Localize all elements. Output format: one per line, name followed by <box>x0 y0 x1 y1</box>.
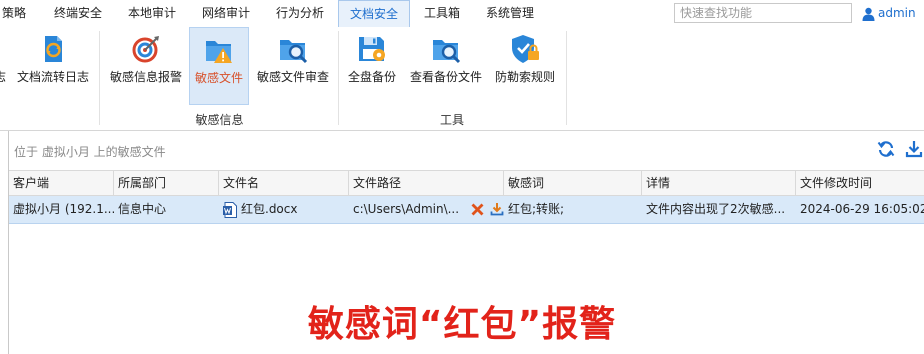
tab-network-audit[interactable]: 网络审计 <box>190 0 262 27</box>
cell-department: 信息中心 <box>118 202 167 216</box>
doc-flow-log-button[interactable]: 文档流转日志 <box>14 27 92 105</box>
cell-filename: 红包.docx <box>219 196 349 223</box>
view-backup-button[interactable]: 查看备份文件 <box>406 27 486 105</box>
sensitive-file-review-button[interactable]: 敏感文件审查 <box>253 27 333 105</box>
filepath-text: c:\Users\Admin\... <box>353 202 460 216</box>
sensitive-alarm-label: 敏感信息报警 <box>109 70 182 84</box>
column-header-filename[interactable]: 文件名 <box>219 171 349 195</box>
column-header-modified-time[interactable]: 文件修改时间 <box>796 171 924 195</box>
column-header-filepath[interactable]: 文件路径 <box>349 171 504 195</box>
top-tab-bar: 策略 终端安全 本地审计 网络审计 行为分析 文档安全 工具箱 系统管理 adm… <box>0 0 924 28</box>
column-header-keywords[interactable]: 敏感词 <box>504 171 642 195</box>
full-backup-label: 全盘备份 <box>347 70 396 84</box>
tab-strategy[interactable]: 策略 <box>0 0 36 27</box>
filename-text: 红包.docx <box>241 202 298 216</box>
refresh-icon[interactable] <box>877 140 895 158</box>
ribbon-separator <box>338 31 339 125</box>
sensitive-alarm-button[interactable]: 敏感信息报警 <box>106 27 186 105</box>
word-doc-icon <box>223 201 237 218</box>
cell-client: 虚拟小月 (192.1... <box>13 202 114 216</box>
ribbon-separator <box>99 31 100 125</box>
view-backup-icon <box>433 40 461 64</box>
full-backup-icon <box>359 37 385 61</box>
anti-ransom-label: 防勒索规则 <box>494 70 555 84</box>
sensitive-alarm-icon <box>132 36 159 63</box>
download-icon[interactable] <box>490 202 504 216</box>
column-header-detail[interactable]: 详情 <box>642 171 796 195</box>
doc-flow-log-icon <box>45 36 62 62</box>
anti-ransom-button[interactable]: 防勒索规则 <box>490 27 560 105</box>
alert-overlay-caption: 敏感词“红包”报警 <box>307 304 617 345</box>
tab-endpoint-security[interactable]: 终端安全 <box>42 0 114 27</box>
doc-flow-log-label: 文档流转日志 <box>16 70 89 84</box>
cell-detail: 文件内容出现了2次敏感... <box>646 202 786 216</box>
cell-modified-time: 2024-06-29 16:05:02 <box>800 202 924 216</box>
sensitive-file-review-label: 敏感文件审查 <box>256 70 329 84</box>
tab-local-audit[interactable]: 本地审计 <box>116 0 188 27</box>
full-backup-button[interactable]: 全盘备份 <box>344 27 400 105</box>
table-row[interactable]: 虚拟小月 (192.1... 信息中心 红包.docx c:\Users\Adm… <box>9 196 924 224</box>
sensitive-file-review-icon <box>280 40 308 64</box>
sensitive-file-button[interactable]: 敏感文件 <box>189 27 249 105</box>
sensitive-file-label: 敏感文件 <box>194 71 243 85</box>
location-breadcrumb: 位于 虚拟小月 上的敏感文件 <box>14 145 166 159</box>
tab-system-management[interactable]: 系统管理 <box>474 0 546 27</box>
cell-keywords: 红包;转账; <box>508 202 565 216</box>
tab-toolbox[interactable]: 工具箱 <box>412 0 472 27</box>
user-icon <box>862 7 875 21</box>
ribbon-separator <box>566 31 567 125</box>
quick-search-input[interactable] <box>674 3 852 23</box>
column-header-department[interactable]: 所属部门 <box>114 171 219 195</box>
group-label-sensitive-info: 敏感信息 <box>195 113 244 127</box>
tab-document-security[interactable]: 文档安全 <box>338 0 410 28</box>
user-name: admin <box>878 6 916 20</box>
tab-behavior-analysis[interactable]: 行为分析 <box>264 0 336 27</box>
sensitive-file-table: 客户端 所属部门 文件名 文件路径 敏感词 详情 文件修改时间 虚拟小月 (19… <box>9 170 924 224</box>
group-label-tools: 工具 <box>439 113 464 127</box>
view-backup-label: 查看备份文件 <box>409 70 482 84</box>
export-download-icon[interactable] <box>905 140 923 158</box>
ribbon-toolbar: 志 文档流转日志 敏感信息报警 敏感文件 敏感文件审查 全盘备份 查看备份文件 … <box>0 27 924 131</box>
sensitive-file-icon <box>206 41 232 63</box>
column-header-client[interactable]: 客户端 <box>9 171 114 195</box>
anti-ransom-icon <box>512 35 539 63</box>
delete-icon[interactable] <box>471 203 484 216</box>
user-menu[interactable]: admin <box>862 0 916 27</box>
ribbon-partial-label: 志 <box>0 70 7 84</box>
table-header: 客户端 所属部门 文件名 文件路径 敏感词 详情 文件修改时间 <box>9 170 924 196</box>
